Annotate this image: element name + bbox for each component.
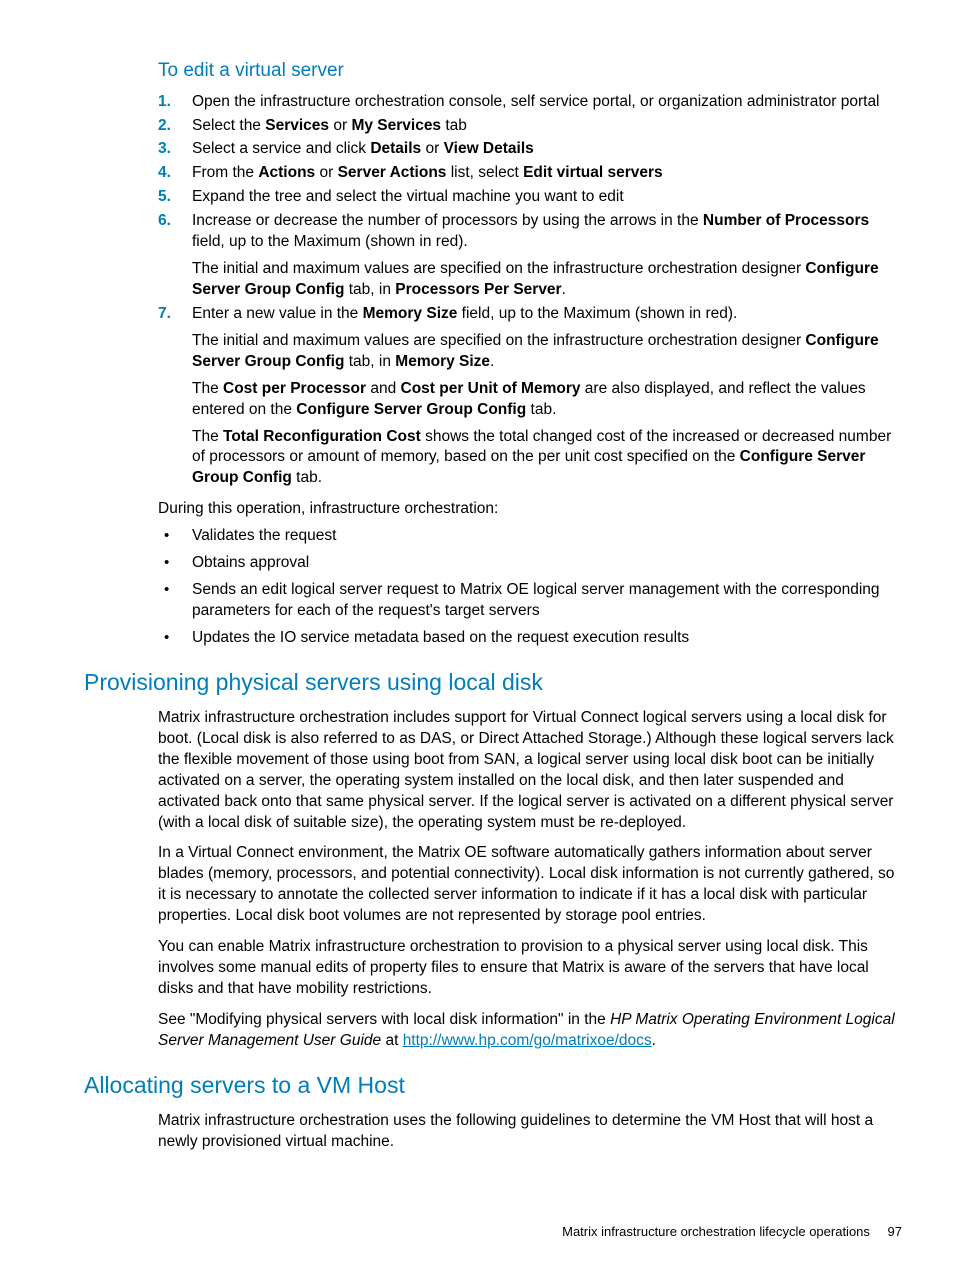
- during-bullets: Validates the request Obtains approval S…: [158, 526, 902, 649]
- step-marker: 2.: [158, 116, 171, 137]
- step-7: 7. Enter a new value in the Memory Size …: [158, 304, 902, 489]
- numbered-steps: 1. Open the infrastructure orchestration…: [158, 92, 902, 490]
- page-footer: Matrix infrastructure orchestration life…: [562, 1223, 902, 1241]
- during-intro: During this operation, infrastructure or…: [158, 499, 902, 520]
- step-paragraph: The Cost per Processor and Cost per Unit…: [192, 379, 902, 421]
- heading-allocating: Allocating servers to a VM Host: [84, 1070, 902, 1101]
- step-text: Enter a new value in the Memory Size fie…: [192, 305, 737, 322]
- paragraph: You can enable Matrix infrastructure orc…: [158, 937, 902, 1000]
- paragraph: Matrix infrastructure orchestration uses…: [158, 1111, 902, 1153]
- paragraph: See "Modifying physical servers with loc…: [158, 1010, 902, 1052]
- step-3: 3. Select a service and click Details or…: [158, 139, 902, 160]
- paragraph: Matrix infrastructure orchestration incl…: [158, 708, 902, 834]
- step-marker: 3.: [158, 139, 171, 160]
- step-marker: 4.: [158, 163, 171, 184]
- step-text: Open the infrastructure orchestration co…: [192, 93, 880, 110]
- step-marker: 1.: [158, 92, 171, 113]
- step-text: Expand the tree and select the virtual m…: [192, 188, 624, 205]
- step-6: 6. Increase or decrease the number of pr…: [158, 211, 902, 301]
- heading-edit-virtual-server: To edit a virtual server: [158, 58, 902, 84]
- docs-link[interactable]: http://www.hp.com/go/matrixoe/docs: [403, 1032, 652, 1049]
- step-marker: 5.: [158, 187, 171, 208]
- step-text: Increase or decrease the number of proce…: [192, 212, 869, 250]
- step-paragraph: The Total Reconfiguration Cost shows the…: [192, 427, 902, 490]
- bullet-item: Validates the request: [158, 526, 902, 547]
- step-marker: 7.: [158, 304, 171, 325]
- step-5: 5. Expand the tree and select the virtua…: [158, 187, 902, 208]
- heading-provisioning: Provisioning physical servers using loca…: [84, 667, 902, 698]
- bullet-item: Updates the IO service metadata based on…: [158, 628, 902, 649]
- step-4: 4. From the Actions or Server Actions li…: [158, 163, 902, 184]
- document-page: To edit a virtual server 1. Open the inf…: [0, 0, 954, 1271]
- paragraph: In a Virtual Connect environment, the Ma…: [158, 843, 902, 927]
- step-text: Select a service and click Details or Vi…: [192, 140, 534, 157]
- step-marker: 6.: [158, 211, 171, 232]
- footer-text: Matrix infrastructure orchestration life…: [562, 1224, 870, 1239]
- page-number: 97: [888, 1224, 902, 1239]
- step-text: Select the Services or My Services tab: [192, 117, 467, 134]
- step-paragraph: The initial and maximum values are speci…: [192, 259, 902, 301]
- step-2: 2. Select the Services or My Services ta…: [158, 116, 902, 137]
- step-text: From the Actions or Server Actions list,…: [192, 164, 663, 181]
- step-paragraph: The initial and maximum values are speci…: [192, 331, 902, 373]
- step-1: 1. Open the infrastructure orchestration…: [158, 92, 902, 113]
- bullet-item: Sends an edit logical server request to …: [158, 580, 902, 622]
- bullet-item: Obtains approval: [158, 553, 902, 574]
